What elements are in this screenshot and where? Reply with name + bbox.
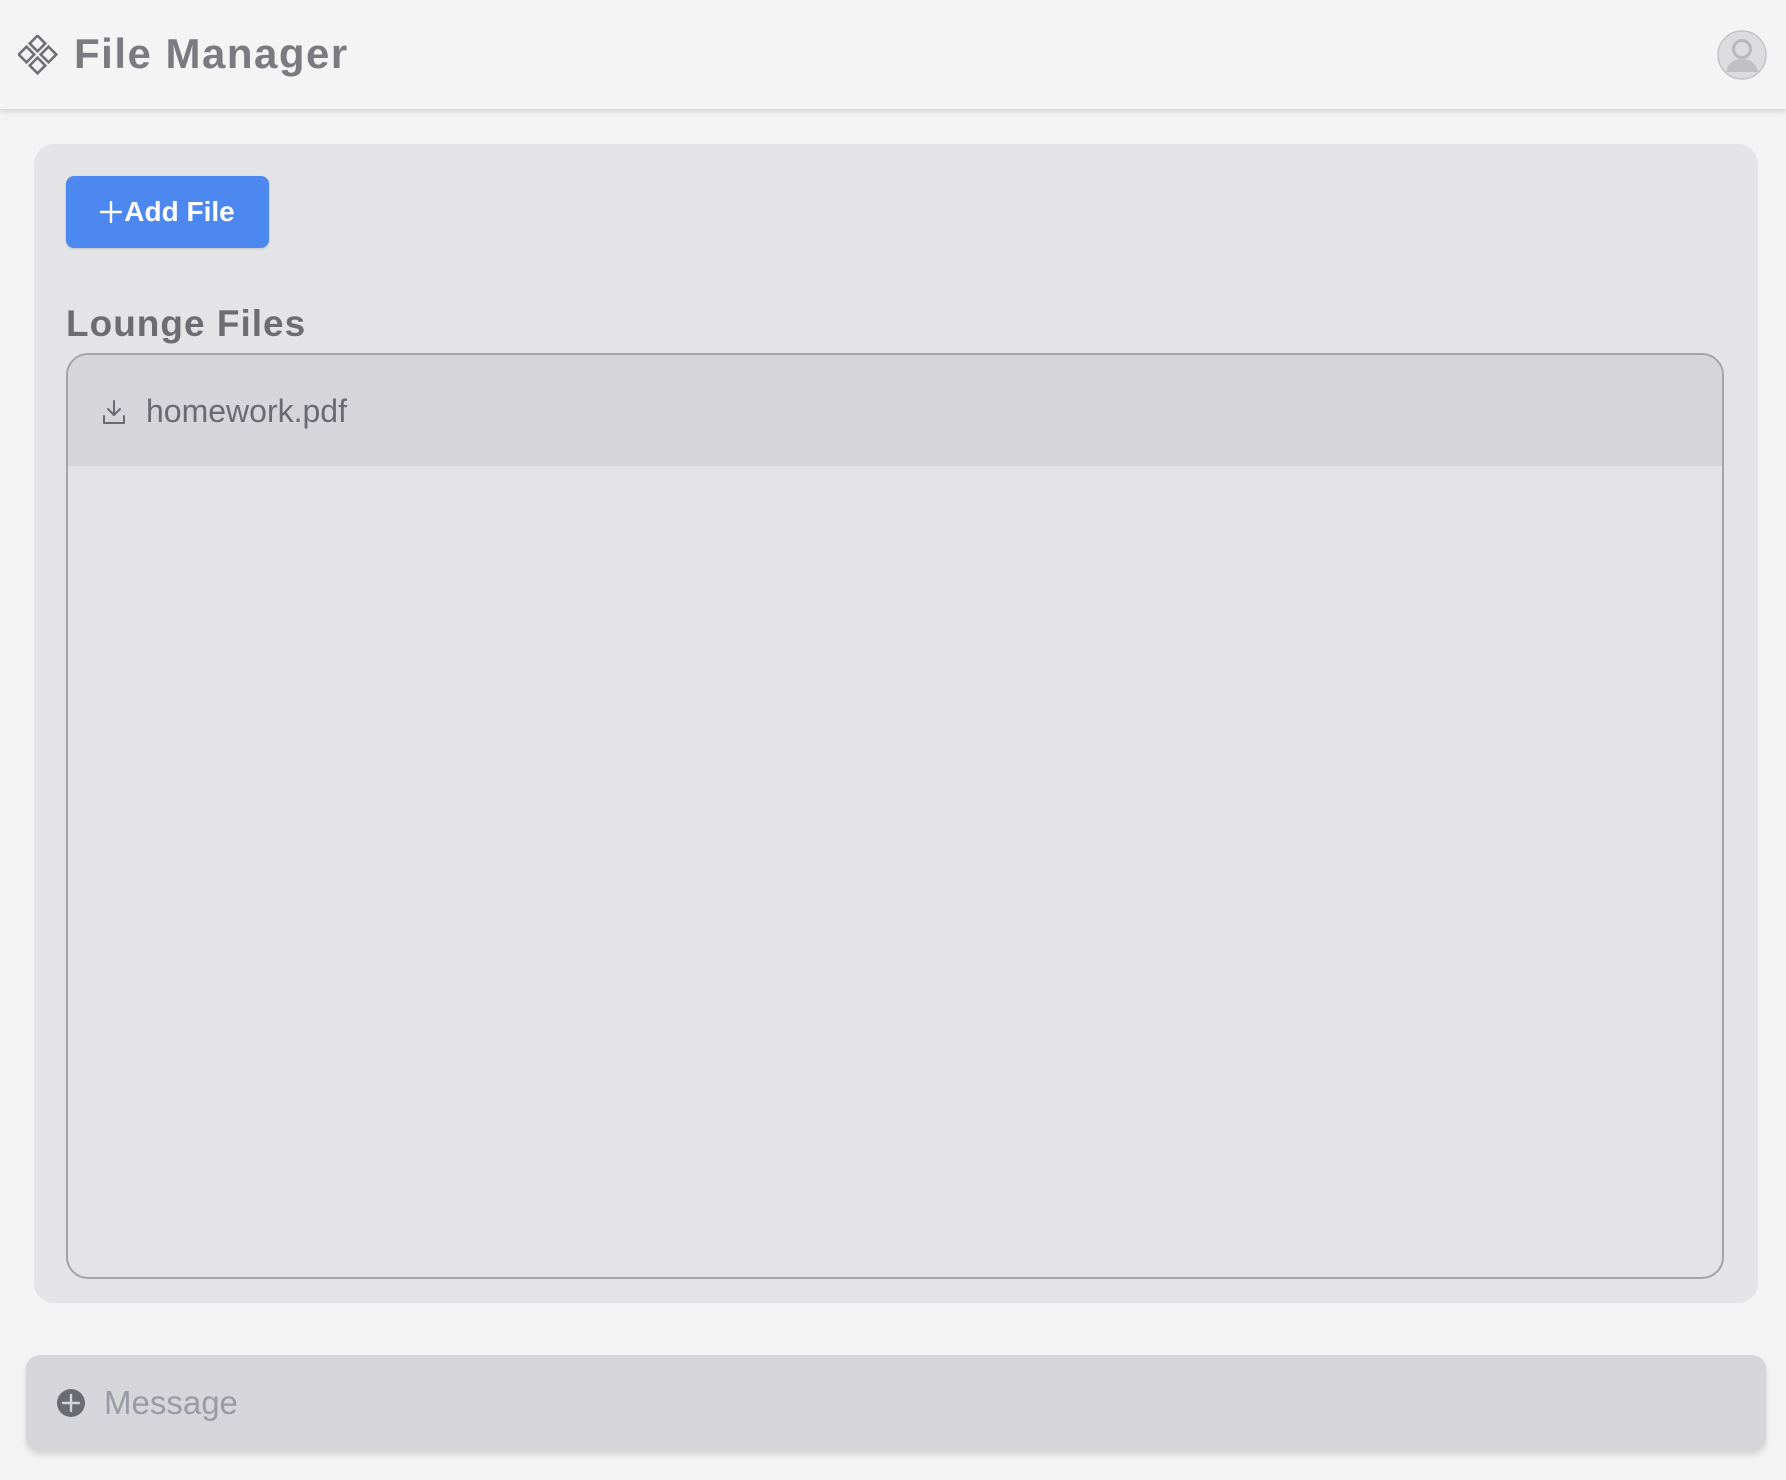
app-title: File Manager [74,30,349,77]
section-title: Lounge Files [66,303,307,344]
download-icon[interactable] [102,399,126,425]
file-manager-app: File Manager Add File Lounge Files homew… [0,0,1786,1480]
plus-circle-icon[interactable] [56,1388,86,1418]
user-avatar-icon[interactable] [1717,30,1767,80]
add-file-button[interactable]: Add File [66,176,269,248]
file-row[interactable]: homework.pdf [68,355,1722,466]
file-name: homework.pdf [146,393,347,429]
plus-icon [100,201,123,223]
diamond-grid-icon [18,35,58,75]
files-panel: Add File Lounge Files homework.pdf [34,144,1758,1303]
add-file-label: Add File [124,196,235,227]
message-input[interactable] [104,1373,1724,1433]
message-composer [26,1355,1766,1451]
file-list: homework.pdf [66,353,1724,1279]
app-header: File Manager [0,0,1786,110]
